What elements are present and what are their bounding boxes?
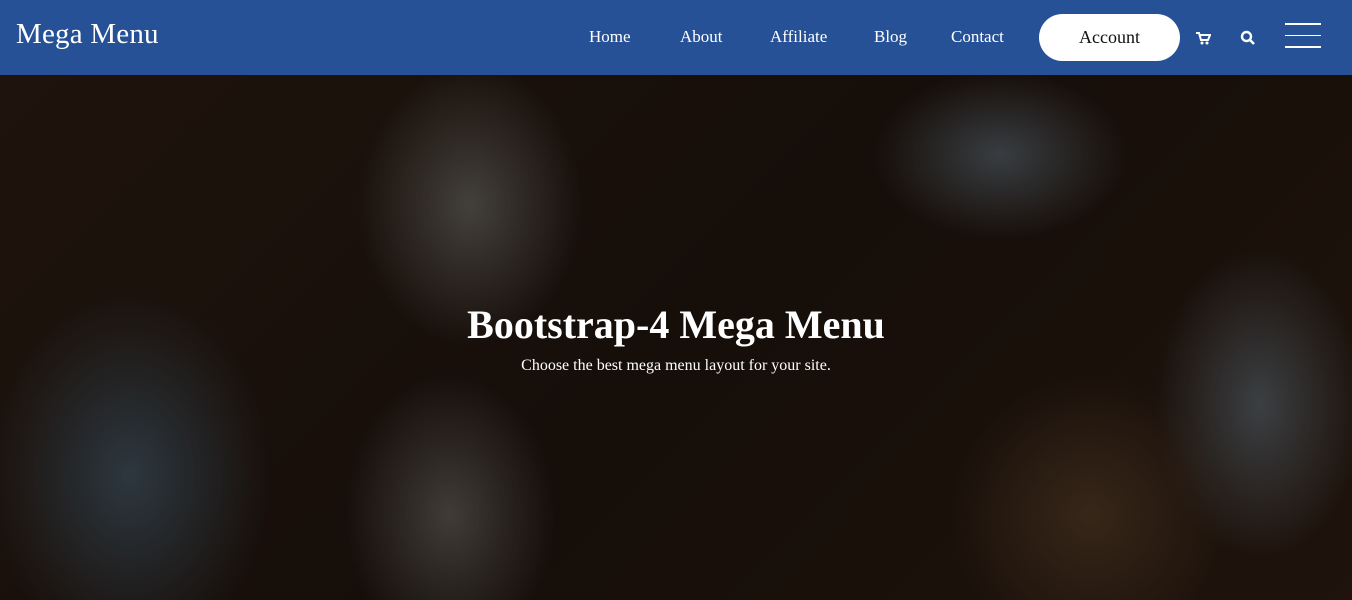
hero-section: Bootstrap-4 Mega Menu Choose the best me… [0,75,1352,600]
nav-affiliate[interactable]: Affiliate [770,27,827,47]
nav-contact[interactable]: Contact [951,27,1004,47]
cart-icon[interactable] [1195,30,1211,46]
hamburger-menu-icon[interactable] [1285,23,1321,48]
brand-logo[interactable]: Mega Menu [16,18,159,51]
hero-title: Bootstrap-4 Mega Menu [467,302,885,347]
account-button[interactable]: Account [1039,14,1180,61]
nav-about[interactable]: About [680,27,723,47]
search-icon[interactable] [1240,30,1256,46]
nav-home[interactable]: Home [589,27,631,47]
hero-subtitle: Choose the best mega menu layout for you… [521,357,831,374]
navbar: Mega Menu Home About Affiliate Blog Cont… [0,0,1352,75]
nav-blog[interactable]: Blog [874,27,907,47]
